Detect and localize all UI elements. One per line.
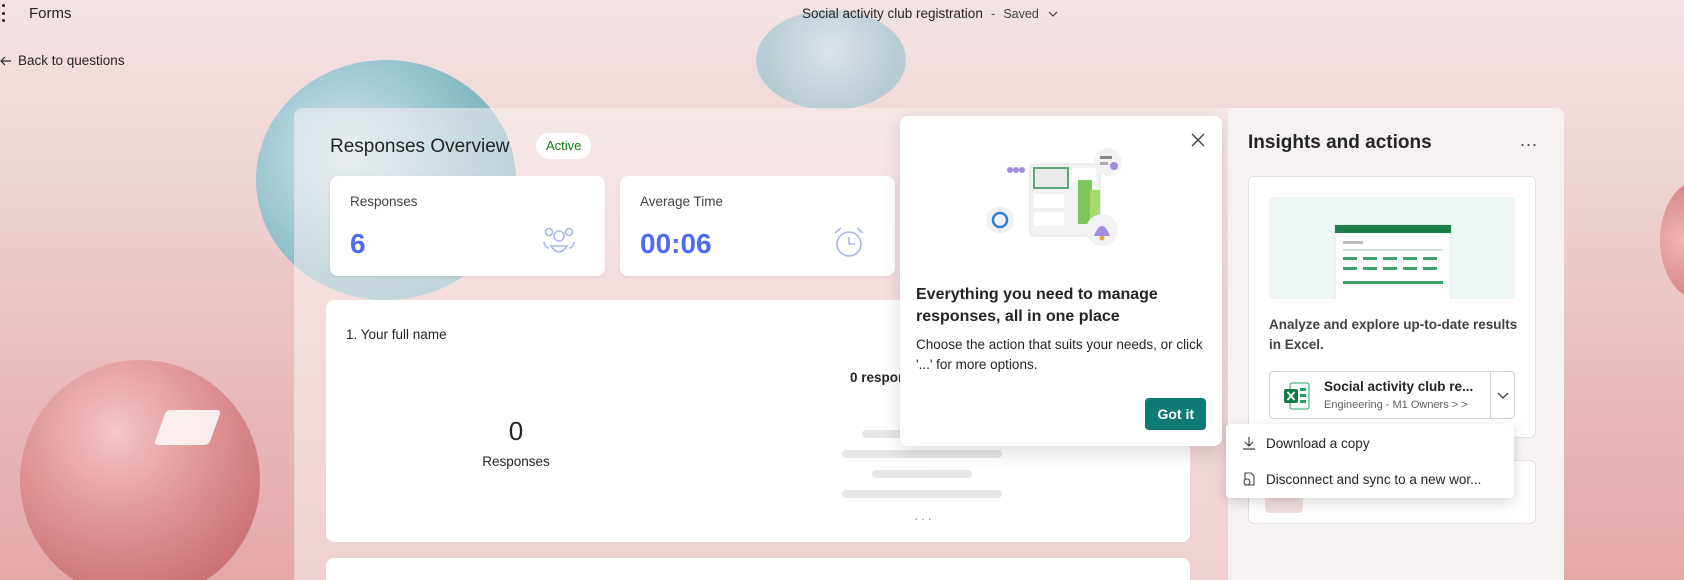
chevron-down-icon (1497, 392, 1508, 399)
file-options-menu: Download a copy Disconnect and sync to a… (1226, 424, 1514, 498)
question-title: 1. Your full name (346, 327, 447, 342)
back-label: Back to questions (18, 53, 125, 68)
menu-item-label: Disconnect and sync to a new wor... (1266, 471, 1482, 487)
skeleton-line (842, 490, 1002, 498)
skeleton-line (872, 470, 972, 478)
stat-label: Average Time (640, 194, 724, 209)
document-title: Social activity club registration (802, 6, 983, 21)
file-options-dropdown[interactable] (1490, 372, 1514, 418)
more-dots: ··· (914, 510, 934, 526)
page-title: Responses Overview (330, 136, 510, 157)
top-bar: Forms Social activity club registration … (0, 0, 1684, 30)
insights-panel: Insights and actions ... Analyze and exp… (1228, 108, 1564, 580)
popup-heading: Everything you need to manage responses,… (916, 286, 1158, 325)
back-to-questions-link[interactable]: Back to questions (0, 53, 125, 68)
app-menu-icon[interactable] (0, 4, 6, 22)
download-icon (1243, 437, 1255, 450)
linked-file-path: Engineering - M1 Owners > > (1324, 399, 1468, 411)
linked-file-name: Social activity club re... (1324, 379, 1474, 394)
chevron-down-icon (1048, 11, 1058, 17)
menu-item-disconnect-sync[interactable]: Disconnect and sync to a new wor... (1226, 462, 1514, 496)
arrow-left-icon (0, 56, 11, 65)
open-in-excel-button[interactable]: Social activity club re... Engineering -… (1269, 371, 1515, 419)
responses-header: 0 respon (850, 370, 907, 385)
people-icon (543, 227, 575, 253)
response-count: 0 (508, 416, 524, 446)
close-icon[interactable] (1188, 130, 1208, 150)
more-options-button[interactable]: ... (1520, 130, 1538, 151)
next-question-card (326, 558, 1190, 580)
stat-label: Responses (350, 194, 418, 209)
decorative-sphere-right (1660, 180, 1684, 300)
skeleton-line (842, 450, 1002, 458)
status-badge: Active (536, 133, 592, 159)
stat-card-responses: Responses 6 (330, 176, 605, 276)
excel-icon (1284, 382, 1310, 410)
onboarding-popup: Everything you need to manage responses,… (900, 116, 1222, 446)
alarm-clock-icon (834, 227, 864, 257)
response-count-label: Responses (482, 454, 550, 469)
response-tools-illustration (986, 148, 1122, 246)
menu-item-label: Download a copy (1266, 435, 1370, 451)
save-status: Saved (1003, 6, 1039, 21)
popup-body: Choose the action that suits your needs,… (916, 337, 1203, 372)
excel-action-card: Analyze and explore up-to-date results i… (1248, 176, 1536, 438)
stat-value: 00:06 (640, 228, 712, 259)
insights-title: Insights and actions (1248, 132, 1432, 153)
decorative-sphere-pink (20, 360, 260, 580)
got-it-button[interactable]: Got it (1145, 398, 1206, 430)
menu-item-download-copy[interactable]: Download a copy (1226, 426, 1514, 460)
excel-description: Analyze and explore up-to-date results i… (1269, 317, 1518, 352)
stat-card-average-time: Average Time 00:06 (620, 176, 895, 276)
stat-value: 6 (350, 228, 366, 259)
document-title-bar[interactable]: Social activity club registration - Save… (802, 6, 1059, 21)
title-separator: - (990, 6, 996, 21)
disconnect-sync-icon (1243, 472, 1255, 486)
spreadsheet-preview-image (1269, 197, 1515, 299)
app-name: Forms (29, 5, 72, 22)
